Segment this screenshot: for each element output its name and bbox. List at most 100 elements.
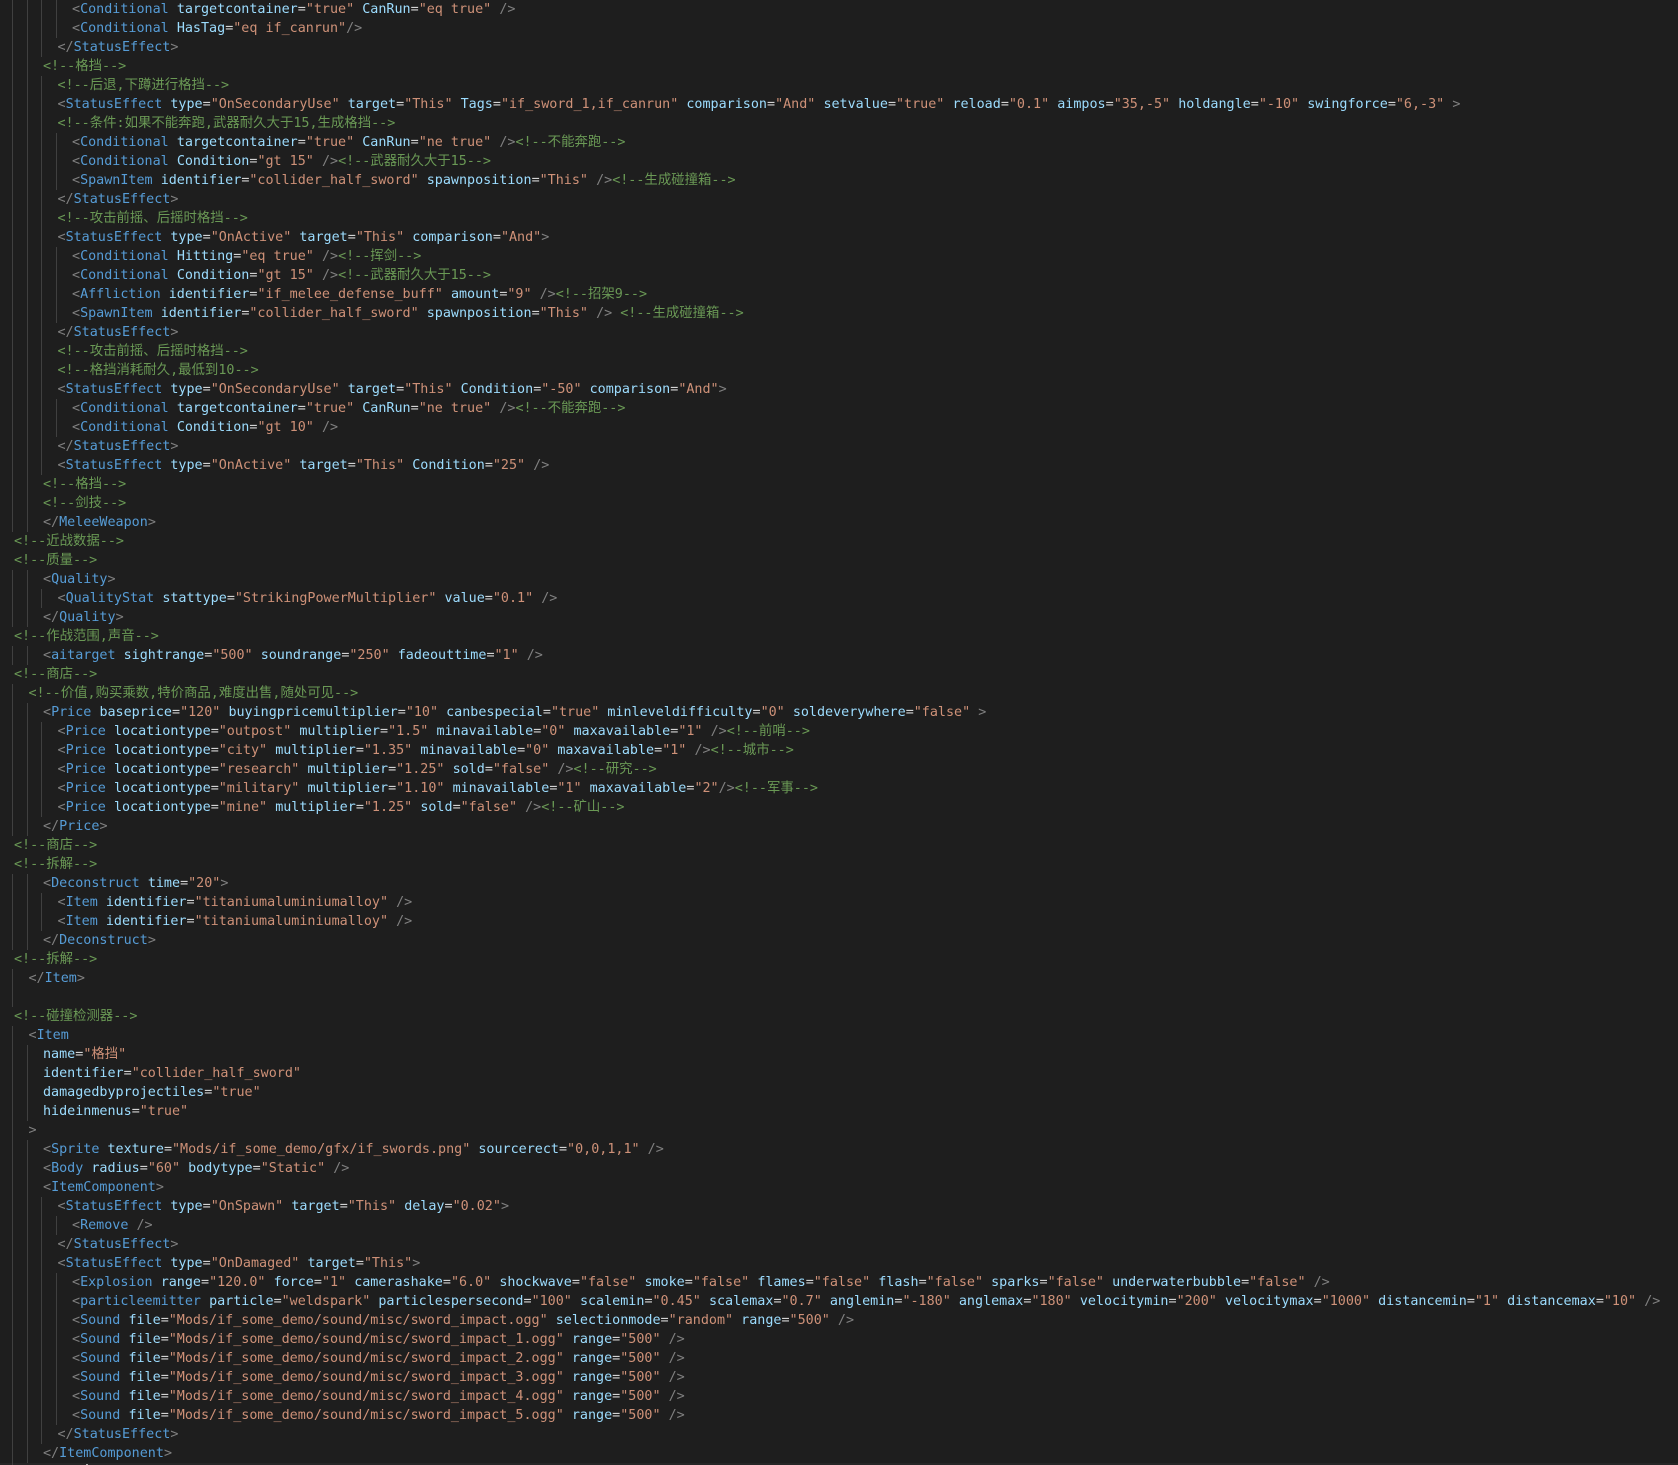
code-line[interactable]: <Item identifier="titaniumaluminiumalloy… [0, 912, 1678, 931]
code-line[interactable]: <!--商店--> [0, 665, 1678, 684]
code-line[interactable]: <QualityStat stattype="StrikingPowerMult… [0, 589, 1678, 608]
code-line[interactable]: <!--商店--> [0, 836, 1678, 855]
code-line[interactable]: <StatusEffect type="OnActive" target="Th… [0, 456, 1678, 475]
code-line[interactable]: </Price> [0, 817, 1678, 836]
code-line[interactable]: <!--拆解--> [0, 855, 1678, 874]
code-line[interactable]: <!--格挡消耗耐久,最低到10--> [0, 361, 1678, 380]
code-line[interactable]: <!--剑技--> [0, 494, 1678, 513]
code-line[interactable]: <!--条件:如果不能奔跑,武器耐久大于15,生成格挡--> [0, 114, 1678, 133]
code-line[interactable]: </Quality> [0, 608, 1678, 627]
code-line[interactable]: <Deconstruct time="20"> [0, 874, 1678, 893]
code-line[interactable]: <Conditional targetcontainer="true" CanR… [0, 399, 1678, 418]
plain-text: = [297, 401, 306, 416]
code-line[interactable]: <Affliction identifier="if_melee_defense… [0, 285, 1678, 304]
code-line[interactable]: <Sound file="Mods/if_some_demo/sound/mis… [0, 1311, 1678, 1330]
code-line[interactable]: <SpawnItem identifier = "collider_half_swo… [0, 304, 1678, 323]
code-line[interactable]: <Sound file="Mods/if_some_demo/sound/mis… [0, 1349, 1678, 1368]
punctuation: /> [668, 1389, 685, 1404]
code-line[interactable]: <SpawnItem identifier = "collider_half_swo… [0, 171, 1678, 190]
code-line[interactable]: </StatusEffect> [0, 323, 1678, 342]
code-line[interactable]: <ItemComponent> [0, 1178, 1678, 1197]
code-line[interactable]: name="格挡" [0, 1045, 1678, 1064]
punctuation: < [72, 1313, 81, 1328]
code-line[interactable]: <!--近战数据--> [0, 532, 1678, 551]
code-line[interactable]: <Conditional targetcontainer="true" CanR… [0, 133, 1678, 152]
code-line[interactable]: <Conditional HasTag="eq if_canrun"/> [0, 19, 1678, 38]
code-line[interactable]: <Explosion range="120.0" force="1" camer… [0, 1273, 1678, 1292]
code-line[interactable]: <StatusEffect type="OnSecondaryUse" targ… [0, 380, 1678, 399]
code-line[interactable]: <Item identifier="titaniumaluminiumalloy… [0, 893, 1678, 912]
code-line[interactable]: <Price locationtype="mine" multiplier="1… [0, 798, 1678, 817]
code-line[interactable]: <!--攻击前摇、后摇时格挡--> [0, 342, 1678, 361]
code-line[interactable]: <Price locationtype="outpost" multiplier… [0, 722, 1678, 741]
code-line[interactable]: </StatusEffect> [0, 1235, 1678, 1254]
code-line[interactable]: <Conditional Hitting="eq true" /><!--挥剑-… [0, 247, 1678, 266]
code-line[interactable]: <StatusEffect type="OnActive" target="Th… [0, 228, 1678, 247]
code-line[interactable]: </Item> [0, 969, 1678, 988]
code-editor[interactable]: <Conditional targetcontainer="true" CanR… [0, 0, 1678, 1465]
code-line[interactable]: <Conditional targetcontainer="true" CanR… [0, 0, 1678, 19]
code-line[interactable]: <Quality> [0, 570, 1678, 589]
code-line[interactable]: </StatusEffect> [0, 437, 1678, 456]
code-line[interactable]: <aitarget sightrange="500" soundrange="2… [0, 646, 1678, 665]
plain-text: = [612, 1389, 621, 1404]
plain-text: = [1105, 97, 1114, 112]
code-line[interactable]: </Deconstruct> [0, 931, 1678, 950]
attribute-value: "0.02" [452, 1199, 501, 1214]
attribute-value: "And" [775, 97, 816, 112]
code-line[interactable]: </StatusEffect> [0, 38, 1678, 57]
plain-text [1299, 97, 1307, 112]
code-line[interactable]: <Sound file="Mods/if_some_demo/sound/mis… [0, 1330, 1678, 1349]
code-line[interactable]: <!--质量--> [0, 551, 1678, 570]
code-text: </MeleeWeapon> [14, 513, 156, 532]
code-line[interactable]: <Item [0, 1026, 1678, 1045]
code-line[interactable]: </StatusEffect> [0, 190, 1678, 209]
code-line[interactable] [0, 988, 1678, 1007]
code-line[interactable]: <StatusEffect type="OnSecondaryUse" targ… [0, 95, 1678, 114]
code-line[interactable]: <StatusEffect type="OnSpawn" target="Thi… [0, 1197, 1678, 1216]
code-line[interactable]: <Sound file="Mods/if_some_demo/sound/mis… [0, 1406, 1678, 1425]
code-line[interactable]: identifier="collider_half_sword" [0, 1064, 1678, 1083]
code-line[interactable]: <Sound file="Mods/if_some_demo/sound/mis… [0, 1368, 1678, 1387]
code-text: damagedbyprojectiles="true" [14, 1083, 261, 1102]
code-line[interactable]: <Conditional Condition="gt 15" /><!--武器耐… [0, 266, 1678, 285]
code-line[interactable]: <!--作战范围,声音--> [0, 627, 1678, 646]
plain-text: = [1313, 1294, 1322, 1309]
code-line[interactable]: <StatusEffect type="OnDamaged" target="T… [0, 1254, 1678, 1273]
code-line[interactable]: <!--后退,下蹲进行格挡--> [0, 76, 1678, 95]
code-line[interactable]: damagedbyprojectiles="true" [0, 1083, 1678, 1102]
plain-text [169, 2, 177, 17]
plain-text: = [186, 895, 195, 910]
indent-guide [12, 57, 13, 76]
code-line[interactable]: > [0, 1121, 1678, 1140]
code-line[interactable]: <Price locationtype="research" multiplie… [0, 760, 1678, 779]
comment: <!--军事--> [734, 781, 818, 796]
code-line[interactable]: </StatusEffect> [0, 1425, 1678, 1444]
indent-guide [41, 361, 42, 380]
code-line[interactable]: <Price locationtype="military" multiplie… [0, 779, 1678, 798]
code-line[interactable]: <Remove /> [0, 1216, 1678, 1235]
code-line[interactable]: <!--碰撞检测器--> [0, 1007, 1678, 1026]
code-line[interactable]: <Sound file="Mods/if_some_demo/sound/mis… [0, 1387, 1678, 1406]
code-line[interactable]: <!--价值,购买乘数,特价商品,难度出售,随处可见--> [0, 684, 1678, 703]
indent-guide [41, 418, 42, 437]
code-line[interactable]: </MeleeWeapon> [0, 513, 1678, 532]
code-line[interactable]: <!--攻击前摇、后摇时格挡--> [0, 209, 1678, 228]
code-line[interactable]: <!--拆解--> [0, 950, 1678, 969]
code-line[interactable]: <!--格挡--> [0, 57, 1678, 76]
attribute-name: comparison [686, 97, 767, 112]
plain-text [661, 1332, 669, 1347]
code-line[interactable]: <Conditional Condition="gt 10" /> [0, 418, 1678, 437]
code-line[interactable]: <Price locationtype="city" multiplier="1… [0, 741, 1678, 760]
code-line[interactable]: hideinmenus="true" [0, 1102, 1678, 1121]
code-line[interactable]: <Price baseprice="120" buyingpricemultip… [0, 703, 1678, 722]
code-line[interactable]: <Body radius="60" bodytype="Static" /> [0, 1159, 1678, 1178]
attribute-value: "if_sword_1,if_canrun" [500, 97, 679, 112]
code-line[interactable]: </ItemComponent> [0, 1444, 1678, 1463]
code-line[interactable]: <Conditional Condition="gt 15" /><!--武器耐… [0, 152, 1678, 171]
indent-guide [12, 798, 13, 817]
code-line[interactable]: <particleemitter particle="weldspark" pa… [0, 1292, 1678, 1311]
code-line[interactable]: <Sprite texture="Mods/if_some_demo/gfx/i… [0, 1140, 1678, 1159]
code-line[interactable]: <!--格挡--> [0, 475, 1678, 494]
code-text: <!--格挡--> [14, 57, 126, 76]
